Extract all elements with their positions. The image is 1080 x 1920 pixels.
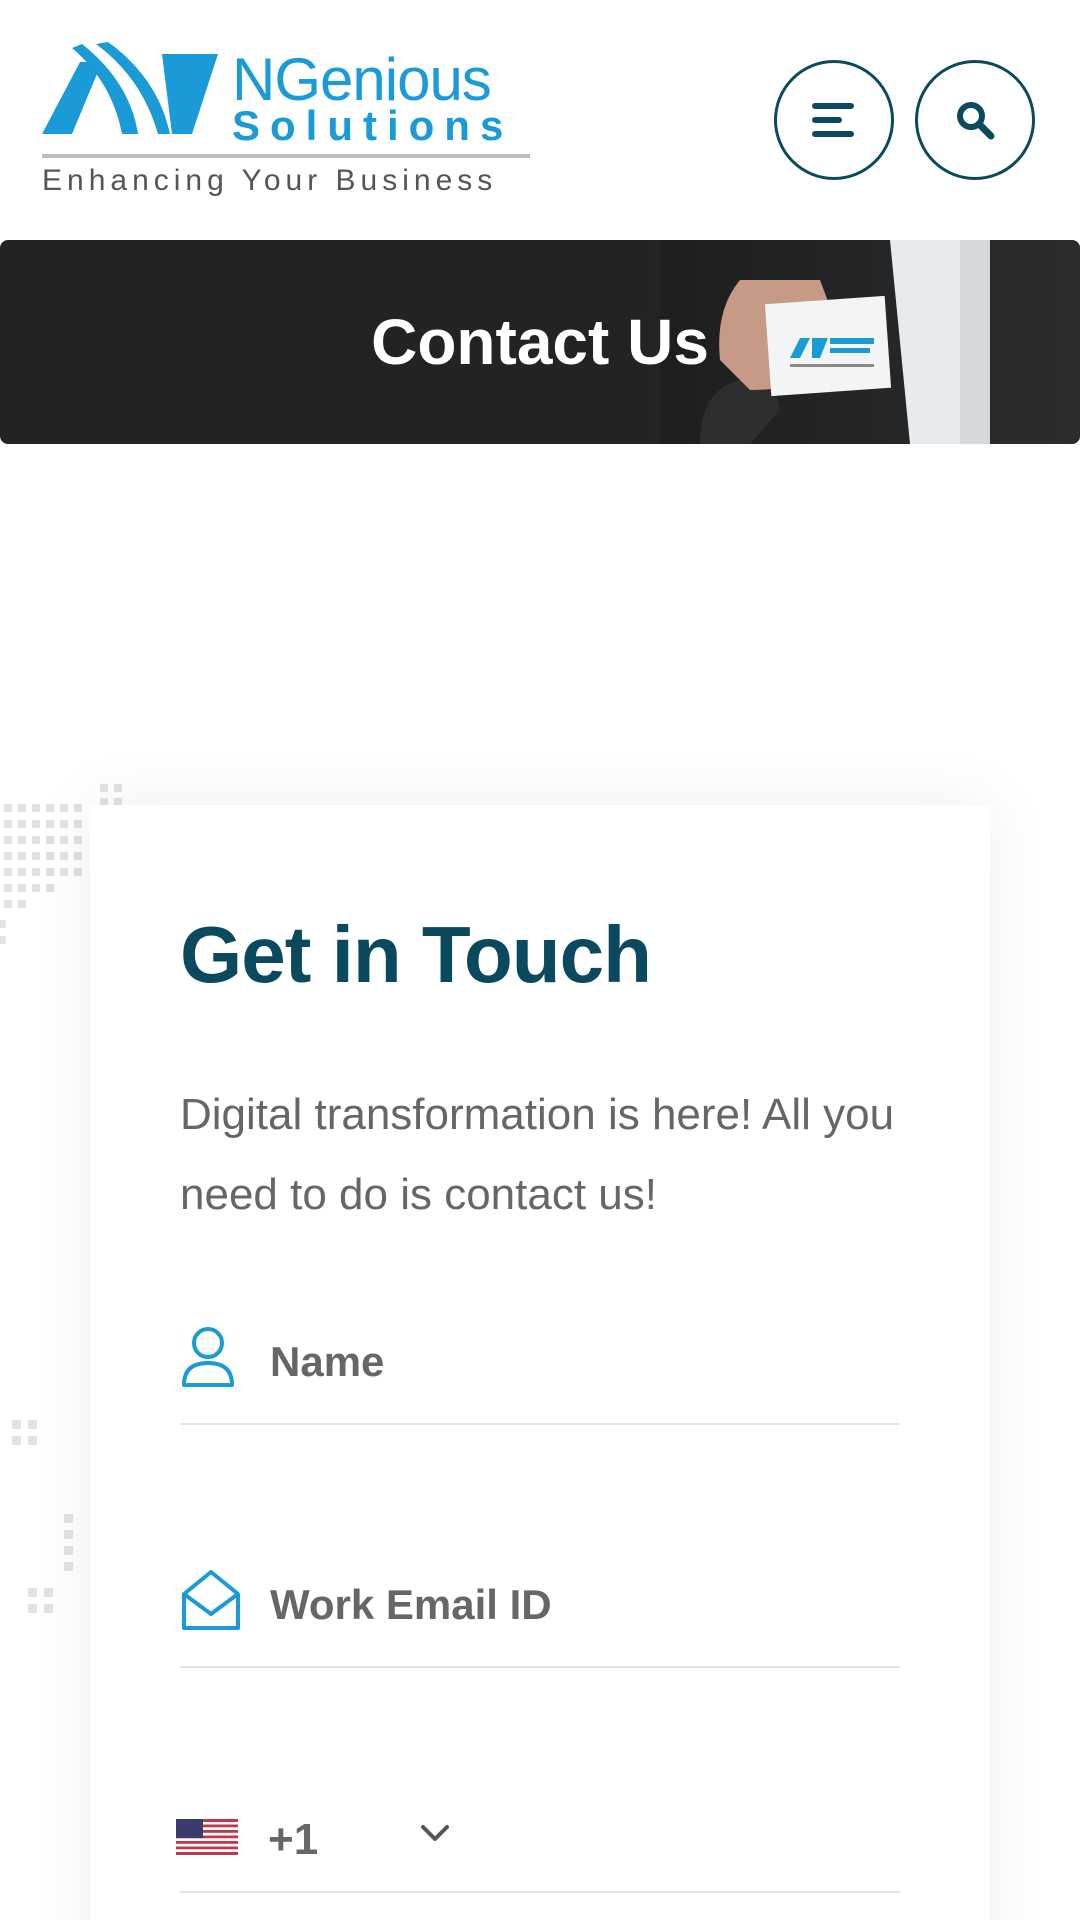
form-title: Get in Touch xyxy=(180,910,652,999)
envelope-icon xyxy=(182,1570,240,1630)
page-title: Contact Us xyxy=(371,306,709,378)
logo-subtitle: Solutions xyxy=(232,102,514,149)
phone-field[interactable]: +1 xyxy=(176,1763,900,1893)
form-description: Digital transformation is here! All you … xyxy=(180,1090,895,1219)
logo-title: NGenious xyxy=(232,46,492,113)
email-placeholder: Work Email ID xyxy=(270,1581,552,1628)
contact-form-card: Get in Touch Digital transformation is h… xyxy=(90,805,990,1920)
company-logo[interactable]: NGenious Solutions Enhancing Your Busine… xyxy=(42,42,532,202)
search-button[interactable] xyxy=(915,60,1035,180)
hamburger-menu-icon xyxy=(812,103,854,137)
user-icon xyxy=(182,1327,234,1387)
menu-button[interactable] xyxy=(774,60,894,180)
logo-tagline: Enhancing Your Business xyxy=(42,164,498,197)
name-placeholder: Name xyxy=(270,1338,385,1385)
name-field[interactable]: Name xyxy=(180,1305,900,1425)
us-flag-icon[interactable] xyxy=(176,1819,238,1855)
chevron-down-icon[interactable] xyxy=(420,1823,450,1843)
logo-divider xyxy=(42,154,530,158)
decorative-dots-bottom xyxy=(12,1420,73,1613)
page-banner: Contact Us xyxy=(0,240,1080,444)
country-code: +1 xyxy=(268,1815,319,1864)
logo-mark-icon xyxy=(42,42,218,134)
site-header: NGenious Solutions Enhancing Your Busine… xyxy=(0,0,1080,240)
search-icon xyxy=(957,102,995,140)
email-field[interactable]: Work Email ID xyxy=(180,1548,900,1668)
